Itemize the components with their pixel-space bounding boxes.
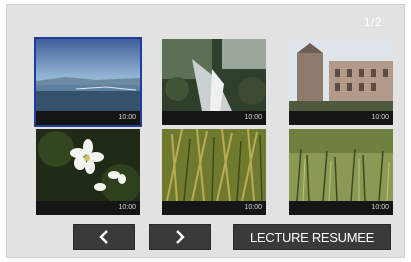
field-image [289, 129, 393, 201]
thumbnail-time: 10:00 [118, 204, 136, 211]
thumbnail-time: 10:00 [244, 204, 262, 211]
previous-page-button[interactable] [73, 224, 135, 250]
thumbnail-caption: 10:00 [162, 111, 266, 125]
seascape-image [36, 39, 140, 111]
thumbnail-time: 10:00 [244, 114, 262, 121]
thumbnail-caption: 10:00 [36, 111, 140, 125]
thumbnail-6[interactable]: 10:00 [289, 129, 393, 215]
page-indicator: 1/2 [363, 15, 382, 29]
thumbnail-time: 10:00 [371, 114, 389, 121]
chevron-left-icon [99, 230, 108, 244]
grass-image [162, 129, 266, 201]
thumbnail-3[interactable]: 10:00 [289, 39, 393, 125]
thumbnail-caption: 10:00 [289, 201, 393, 215]
thumbnail-caption: 10:00 [36, 201, 140, 215]
thumbnail-5[interactable]: 10:00 [162, 129, 266, 215]
playback-index-screen: 1/2 10:00 10:00 10:00 10:00 10:00 10:00 … [6, 4, 405, 258]
thumbnail-time: 10:00 [371, 204, 389, 211]
thumbnail-caption: 10:00 [289, 111, 393, 125]
thumbnail-caption: 10:00 [162, 201, 266, 215]
thumbnail-2[interactable]: 10:00 [162, 39, 266, 125]
flowers-image [36, 129, 140, 201]
thumbnail-1[interactable]: 10:00 [34, 37, 142, 127]
forest-stream-image [162, 39, 266, 111]
thumbnail-4[interactable]: 10:00 [36, 129, 140, 215]
chevron-right-icon [176, 230, 185, 244]
next-page-button[interactable] [149, 224, 211, 250]
buildings-image [289, 39, 393, 111]
resume-playback-label: LECTURE RESUMEE [249, 229, 375, 245]
resume-playback-button[interactable]: LECTURE RESUMEE [233, 224, 391, 250]
thumbnail-time: 10:00 [118, 114, 136, 121]
